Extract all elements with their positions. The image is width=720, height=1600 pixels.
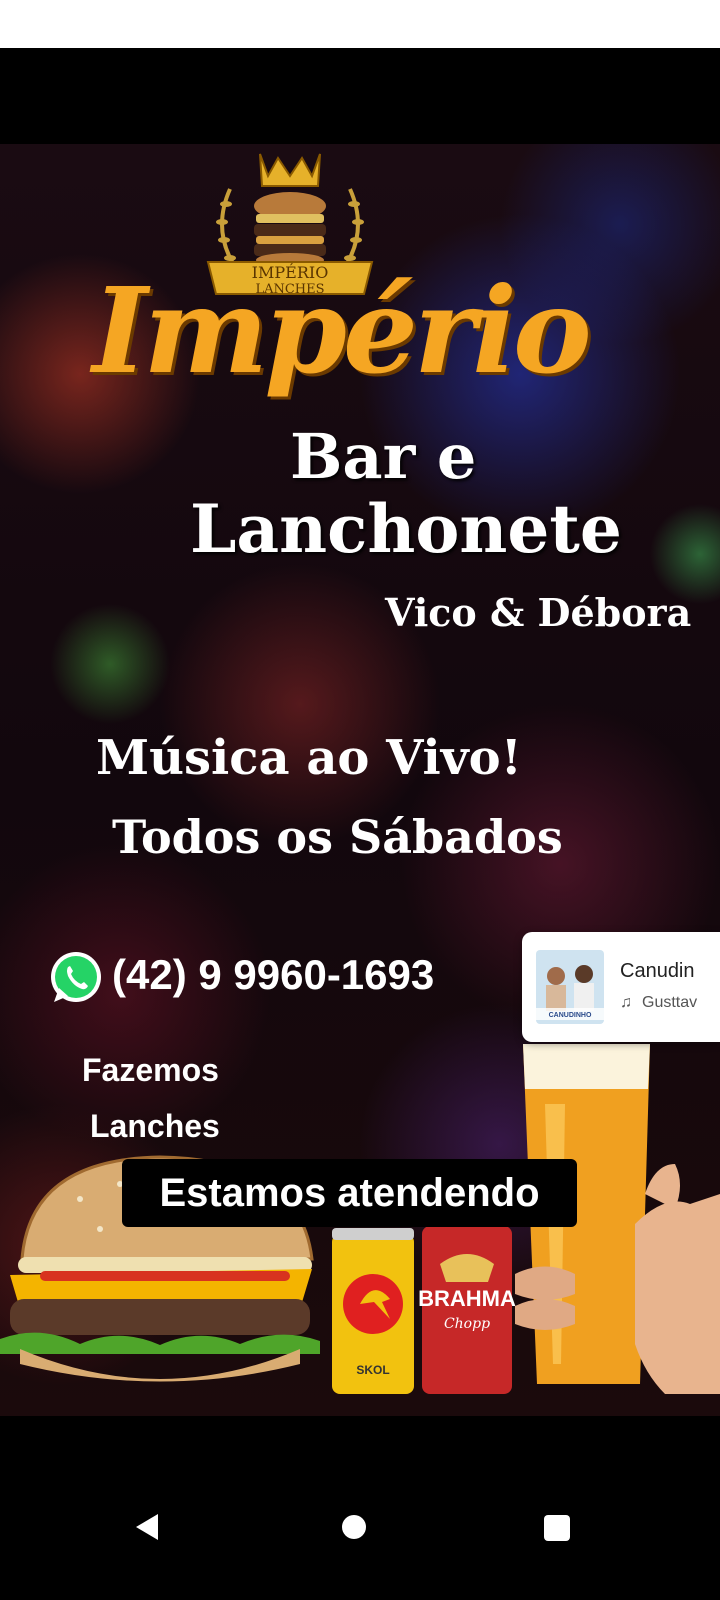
music-sticker[interactable]: CANUDINHO Canudin ♫ Gusttav xyxy=(522,932,720,1042)
brahma-sub-label: Chopp xyxy=(444,1316,490,1332)
lanches-text: Lanches xyxy=(90,1108,220,1144)
live-music-text: Música ao Vivo! xyxy=(96,730,522,786)
song-artist: Gusttav xyxy=(642,994,698,1011)
skol-label: SKOL xyxy=(356,1363,389,1377)
album-thumbnail: CANUDINHO xyxy=(536,950,604,1024)
album-thumbnail-text: CANUDINHO xyxy=(549,1012,592,1019)
fazemos-text: Fazemos xyxy=(82,1052,219,1088)
status-bar xyxy=(0,0,720,48)
beer-cans-image: SKOL BRAHMA Chopp xyxy=(332,1226,516,1394)
phone-number: (42) 9 9960-1693 xyxy=(112,951,435,998)
story-caption: Estamos atendendo xyxy=(122,1159,577,1227)
brahma-label: BRAHMA xyxy=(418,1286,516,1311)
story-top-area xyxy=(0,48,720,144)
song-title: Canudin xyxy=(620,960,695,982)
music-note-icon: ♫ xyxy=(620,994,632,1011)
back-icon[interactable] xyxy=(134,1512,160,1542)
saturdays-text: Todos os Sábados xyxy=(112,810,563,864)
navigation-bar xyxy=(0,1416,720,1600)
story-image: IMPÉRIO LANCHES Império Bar e Lanchonete… xyxy=(0,144,720,1416)
whatsapp-icon xyxy=(51,952,101,1002)
title-lanchonete: Lanchonete xyxy=(190,490,622,568)
home-icon[interactable] xyxy=(342,1515,366,1539)
title-bar-e: Bar e xyxy=(290,420,477,493)
title-imperio: Império xyxy=(92,261,591,400)
recents-icon[interactable] xyxy=(544,1515,570,1541)
owners-text: Vico & Débora xyxy=(385,590,692,635)
